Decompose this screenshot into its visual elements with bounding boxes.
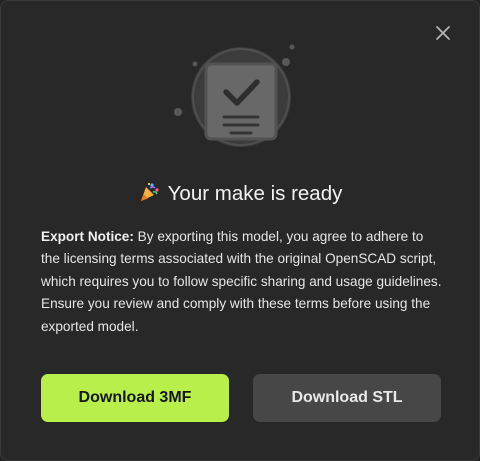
dialog-title: Your make is ready — [1, 179, 479, 212]
notice-label: Export Notice: — [41, 229, 134, 244]
clipboard-check-icon — [161, 37, 321, 167]
party-popper-icon — [138, 181, 160, 212]
close-icon[interactable] — [433, 23, 453, 43]
notice-text: By exporting this model, you agree to ad… — [41, 229, 442, 334]
download-stl-button[interactable]: Download STL — [253, 374, 441, 422]
title-text: Your make is ready — [167, 182, 343, 205]
download-3mf-button[interactable]: Download 3MF — [41, 374, 229, 422]
export-notice: Export Notice: By exporting this model, … — [41, 226, 445, 338]
export-ready-dialog: Your make is ready Export Notice: By exp… — [0, 0, 480, 461]
